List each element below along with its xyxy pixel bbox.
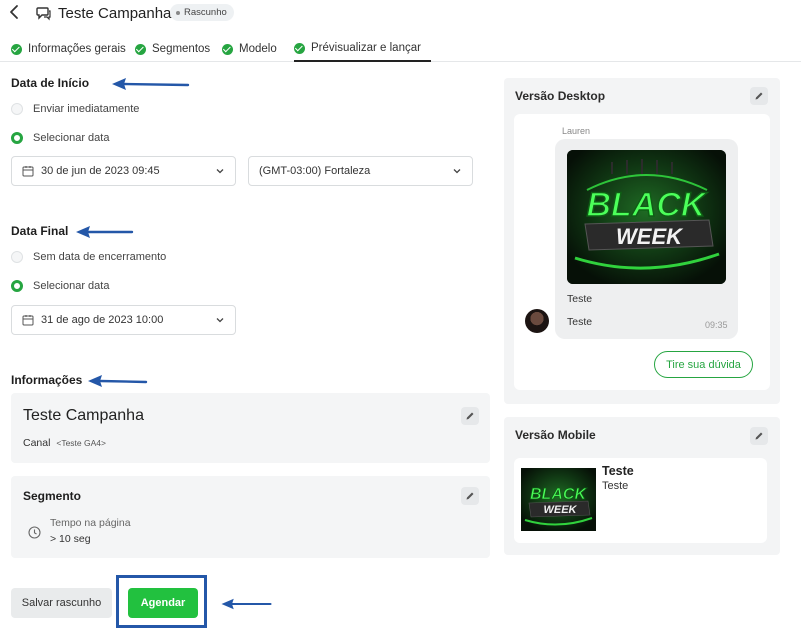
sender-name: Lauren (562, 126, 591, 136)
tab-label: Segmentos (152, 43, 211, 55)
edit-desktop-button[interactable] (750, 87, 768, 105)
radio-selected-icon[interactable] (11, 132, 23, 144)
status-badge: Rascunho (170, 4, 234, 21)
edit-info-button[interactable] (461, 407, 479, 425)
calendar-icon (22, 315, 34, 326)
message-title: Teste (567, 293, 593, 305)
tab-template[interactable]: Modelo (222, 36, 277, 62)
chevron-down-icon (216, 318, 224, 323)
schedule-button[interactable]: Agendar (128, 588, 198, 618)
annotation-arrow-icon (221, 598, 272, 610)
check-circle-icon (222, 43, 233, 55)
desktop-preview-panel: Versão Desktop Lauren BLACK WEEK Teste T… (504, 78, 780, 404)
black-week-image: BLACK WEEK (567, 150, 726, 284)
status-badge-label: Rascunho (184, 7, 227, 18)
radio-label: Selecionar data (33, 132, 110, 144)
info-heading: Informações (11, 373, 83, 387)
image-text-week: WEEK (616, 224, 684, 249)
avatar (525, 309, 549, 333)
start-date-value: 30 de jun de 2023 09:45 (41, 165, 160, 177)
check-circle-icon (11, 43, 22, 55)
tab-label: Informações gerais (28, 43, 126, 55)
end-date-value: 31 de ago de 2023 10:00 (41, 314, 164, 326)
annotation-arrow-icon (76, 226, 134, 238)
chat-icon (36, 5, 52, 21)
tab-label: Modelo (239, 43, 277, 55)
radio-selected-icon[interactable] (11, 280, 23, 292)
radio-icon[interactable] (11, 103, 23, 115)
check-circle-icon (294, 42, 305, 54)
timezone-select[interactable]: (GMT-03:00) Fortaleza (248, 156, 473, 186)
radio-icon[interactable] (11, 251, 23, 263)
clock-icon (28, 526, 41, 539)
desktop-preview-title: Versão Desktop (515, 89, 606, 103)
cta-question-button[interactable]: Tire sua dúvida (654, 351, 753, 378)
pencil-icon (466, 492, 474, 500)
annotation-arrow-icon (88, 375, 148, 387)
segment-card: Segmento Tempo na página > 10 seg (11, 476, 490, 558)
channel-row: Canal <Teste GA4> (23, 437, 106, 449)
thumb-text-black: BLACK (530, 486, 587, 503)
status-dot-icon (176, 10, 180, 15)
mobile-preview-panel: Versão Mobile BLACK WEEK Teste Teste (504, 417, 780, 555)
tab-label: Prévisualizar e lançar (311, 42, 421, 54)
edit-segment-button[interactable] (461, 487, 479, 505)
radio-select-start-date[interactable]: Selecionar data (11, 132, 109, 144)
save-draft-button[interactable]: Salvar rascunho (11, 588, 112, 618)
tab-segments[interactable]: Segmentos (135, 36, 210, 62)
radio-no-end-date[interactable]: Sem data de encerramento (11, 251, 166, 263)
end-date-picker[interactable]: 31 de ago de 2023 10:00 (11, 305, 236, 335)
annotation-arrow-icon (112, 78, 190, 90)
chevron-down-icon (453, 169, 461, 174)
tab-general-info[interactable]: Informações gerais (11, 36, 126, 62)
tab-preview-launch[interactable]: Prévisualizar e lançar (294, 36, 431, 62)
radio-label: Selecionar data (33, 280, 110, 292)
mobile-message-title: Teste (602, 464, 634, 478)
message-time: 09:35 (705, 320, 728, 330)
message-body: Teste (567, 316, 593, 328)
radio-send-now[interactable]: Enviar imediatamente (11, 103, 139, 115)
mobile-notification-preview: BLACK WEEK Teste Teste (514, 458, 767, 543)
pencil-icon (755, 92, 763, 100)
pencil-icon (755, 432, 763, 440)
check-circle-icon (135, 43, 146, 55)
radio-select-end-date[interactable]: Selecionar data (11, 280, 109, 292)
chevron-down-icon (216, 169, 224, 174)
calendar-icon (22, 166, 34, 177)
radio-label: Enviar imediatamente (33, 103, 140, 115)
channel-label: Canal (23, 437, 51, 449)
segment-heading: Segmento (23, 489, 82, 503)
start-date-picker[interactable]: 30 de jun de 2023 09:45 (11, 156, 236, 186)
mobile-message-body: Teste (602, 480, 629, 492)
thumb-text-week: WEEK (544, 504, 578, 516)
desktop-chat-preview: Lauren BLACK WEEK Teste Teste 09:35 Tire… (514, 114, 770, 390)
image-text-black: BLACK (587, 186, 708, 224)
timezone-value: (GMT-03:00) Fortaleza (259, 165, 371, 177)
stepper-tabs: Informações gerais Segmentos Modelo Prév… (0, 36, 801, 62)
page-title: Teste Campanha (58, 5, 172, 22)
radio-label: Sem data de encerramento (33, 251, 167, 263)
campaign-name: Teste Campanha (23, 407, 144, 424)
message-bubble: BLACK WEEK Teste Teste 09:35 (555, 139, 738, 339)
channel-value: <Teste GA4> (56, 438, 106, 448)
edit-mobile-button[interactable] (750, 427, 768, 445)
pencil-icon (466, 412, 474, 420)
mobile-preview-title: Versão Mobile (515, 428, 596, 442)
campaign-info-card: Teste Campanha Canal <Teste GA4> (11, 393, 490, 463)
black-week-thumbnail: BLACK WEEK (521, 468, 596, 531)
segment-rule-label: Tempo na página (50, 517, 131, 529)
start-date-heading: Data de Início (11, 76, 90, 90)
segment-rule-value: > 10 seg (50, 533, 91, 545)
end-date-heading: Data Final (11, 224, 69, 238)
back-chevron-icon[interactable] (8, 4, 24, 22)
